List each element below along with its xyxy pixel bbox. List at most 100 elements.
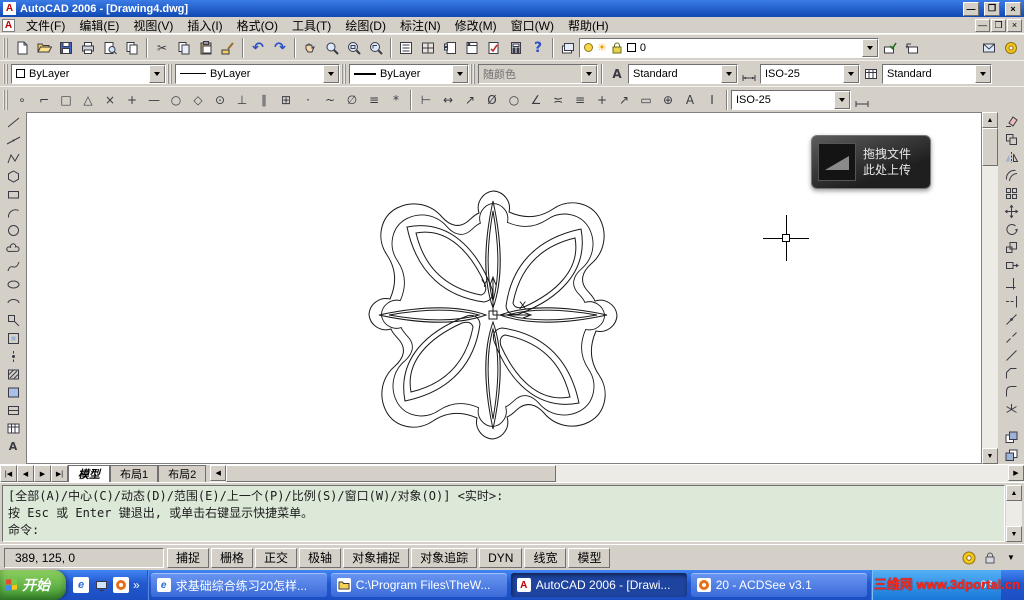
menu-item[interactable]: 帮助(H): [561, 16, 616, 35]
radius-dimension-button[interactable]: ○: [503, 88, 525, 111]
spline-button[interactable]: [1, 257, 25, 275]
trim-button[interactable]: [999, 274, 1023, 293]
stretch-button[interactable]: [999, 256, 1023, 275]
menu-item[interactable]: 标注(N): [393, 16, 448, 35]
scroll-up-button[interactable]: ▲: [982, 112, 998, 128]
leader-button[interactable]: ↗: [613, 88, 635, 111]
multiline-text-button[interactable]: A: [1, 437, 25, 455]
lineweight-dropdown-arrow[interactable]: [452, 64, 468, 83]
status-menu-arrow-icon[interactable]: ▼: [1002, 549, 1020, 567]
baseline-dimension-button[interactable]: ≡: [569, 88, 591, 111]
layer-previous-button[interactable]: [901, 36, 923, 59]
ellipse-arc-button[interactable]: [1, 293, 25, 311]
color-dropdown-arrow[interactable]: [149, 64, 165, 83]
paste-button[interactable]: [195, 36, 217, 59]
save-button[interactable]: [55, 36, 77, 59]
help-button[interactable]: ?: [527, 36, 549, 59]
menu-item[interactable]: 工具(T): [285, 16, 338, 35]
toolbar-grip[interactable]: [3, 89, 8, 110]
taskbar-item-explorer[interactable]: C:\Program Files\TheW...: [330, 573, 507, 597]
scroll-down-button[interactable]: ▼: [982, 448, 998, 464]
extend-button[interactable]: [999, 292, 1023, 311]
polyline-button[interactable]: [1, 149, 25, 167]
snap-extension-button[interactable]: —: [143, 88, 165, 111]
status-toggle-button[interactable]: 模型: [568, 547, 611, 568]
make-object-layer-current-button[interactable]: [879, 36, 901, 59]
fillet-button[interactable]: [999, 382, 1023, 401]
table-style-dropdown-arrow[interactable]: [975, 64, 991, 83]
snap-center-button[interactable]: ○: [165, 88, 187, 111]
array-button[interactable]: [999, 184, 1023, 203]
osnap-settings-button[interactable]: ≡: [363, 88, 385, 111]
markup-button[interactable]: [483, 36, 505, 59]
break-at-point-button[interactable]: [999, 310, 1023, 329]
next-tab-button[interactable]: ▶: [34, 465, 51, 482]
open-button[interactable]: [33, 36, 55, 59]
sheet-set-manager-button[interactable]: [461, 36, 483, 59]
dim-style-button[interactable]: [738, 62, 760, 85]
ellipse-button[interactable]: [1, 275, 25, 293]
table-style-control[interactable]: Standard: [882, 63, 992, 84]
horizontal-scroll-thumb[interactable]: [226, 465, 557, 482]
status-toggle-button[interactable]: 栅格: [211, 547, 254, 568]
properties-button[interactable]: [395, 36, 417, 59]
table-button[interactable]: [1, 419, 25, 437]
snap-node-button[interactable]: ·: [297, 88, 319, 111]
layer-freeze-icon[interactable]: ☀: [597, 41, 607, 54]
vertical-scrollbar[interactable]: ▲ ▼: [982, 112, 998, 464]
diameter-dimension-button[interactable]: Ø: [481, 88, 503, 111]
scroll-right-button[interactable]: ▶: [1008, 465, 1024, 481]
menu-item[interactable]: 视图(V): [126, 16, 180, 35]
snap-endpoint-button[interactable]: □: [55, 88, 77, 111]
coordinates-display[interactable]: 389, 125, 0: [4, 547, 164, 568]
plot-button[interactable]: [77, 36, 99, 59]
drawing-canvas[interactable]: Y X 拖拽文件 此处上传: [26, 112, 982, 464]
insert-block-button[interactable]: [1, 311, 25, 329]
copy-button[interactable]: [999, 130, 1023, 149]
status-toggle-button[interactable]: 捕捉: [167, 547, 210, 568]
gradient-button[interactable]: [1, 383, 25, 401]
menu-item[interactable]: 编辑(E): [72, 16, 126, 35]
chamfer-button[interactable]: [999, 364, 1023, 383]
mdi-minimize-button[interactable]: —: [975, 18, 990, 32]
new-button[interactable]: [11, 36, 33, 59]
quickcalc-button[interactable]: [505, 36, 527, 59]
mirror-button[interactable]: [999, 148, 1023, 167]
snap-perpendicular-button[interactable]: ⊥: [231, 88, 253, 111]
text-style-button[interactable]: A: [606, 62, 628, 85]
snap-quadrant-button[interactable]: ◇: [187, 88, 209, 111]
upload-overlay[interactable]: 拖拽文件 此处上传: [811, 135, 931, 189]
cut-button[interactable]: ✂: [151, 36, 173, 59]
snap-parallel-button[interactable]: ∥: [253, 88, 275, 111]
status-toggle-button[interactable]: 线宽: [524, 547, 567, 568]
etransmit-button[interactable]: [978, 36, 1000, 59]
layer-on-icon[interactable]: [584, 43, 593, 52]
scale-button[interactable]: [999, 238, 1023, 257]
plot-preview-button[interactable]: [99, 36, 121, 59]
zoom-realtime-button[interactable]: [321, 36, 343, 59]
linetype-dropdown-arrow[interactable]: [323, 64, 339, 83]
dim-style-2-dropdown-arrow[interactable]: [834, 90, 850, 109]
aligned-dimension-button[interactable]: ↔: [437, 88, 459, 111]
tab-layout2[interactable]: 布局2: [158, 465, 207, 482]
vertical-scroll-thumb[interactable]: [982, 128, 998, 166]
tab-layout1[interactable]: 布局1: [110, 465, 159, 482]
undo-button[interactable]: ↶: [247, 36, 269, 59]
copy-to-clipboard-button[interactable]: [173, 36, 195, 59]
taskbar-item-autocad[interactable]: A AutoCAD 2006 - [Drawi...: [510, 573, 687, 597]
table-style-button[interactable]: [860, 62, 882, 85]
snap-insert-button[interactable]: ⊞: [275, 88, 297, 111]
internet-explorer-icon[interactable]: e: [73, 577, 89, 593]
menu-item[interactable]: 插入(I): [180, 16, 229, 35]
zoom-window-button[interactable]: [343, 36, 365, 59]
quick-launch-overflow-chevron[interactable]: »: [133, 578, 140, 592]
menu-item[interactable]: 格式(O): [230, 16, 285, 35]
snap-from-button[interactable]: ⌐: [33, 88, 55, 111]
menu-item[interactable]: 文件(F): [19, 16, 72, 35]
layer-color-swatch[interactable]: [626, 43, 636, 52]
draworder-back-button[interactable]: [999, 446, 1023, 465]
restore-button[interactable]: ❒: [984, 1, 1000, 16]
command-input[interactable]: [全部(A)/中心(C)/动态(D)/范围(E)/上一个(P)/比例(S)/窗口…: [2, 485, 1005, 542]
draworder-front-button[interactable]: [999, 428, 1023, 447]
taskbar-item-browser[interactable]: e 求基础综合练习20怎样...: [150, 573, 327, 597]
